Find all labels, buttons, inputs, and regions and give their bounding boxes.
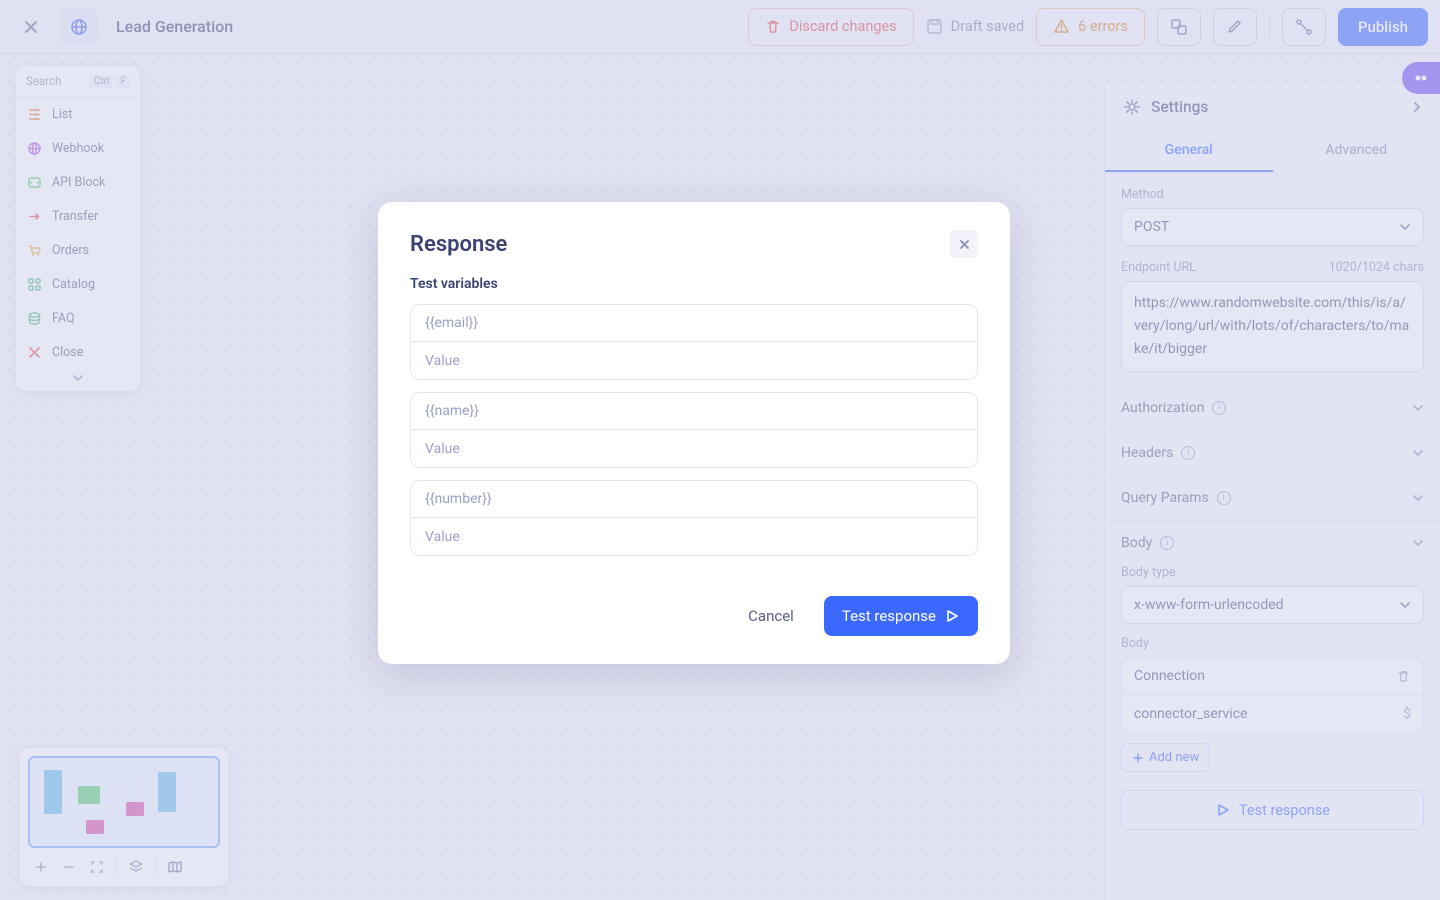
variable-group-email: {{email}} Value [410, 304, 978, 380]
modal-close-button[interactable] [950, 230, 978, 258]
test-response-submit-button[interactable]: Test response [824, 596, 978, 636]
variable-value-input[interactable]: Value [411, 518, 977, 555]
play-icon [944, 608, 960, 624]
response-modal: Response Test variables {{email}} Value … [378, 202, 1010, 664]
variable-group-number: {{number}} Value [410, 480, 978, 556]
variable-name: {{number}} [411, 481, 977, 518]
modal-subheading: Test variables [410, 276, 978, 292]
variable-group-name: {{name}} Value [410, 392, 978, 468]
variable-name: {{email}} [411, 305, 977, 342]
close-icon [958, 238, 971, 251]
cancel-button[interactable]: Cancel [736, 599, 806, 633]
variable-name: {{name}} [411, 393, 977, 430]
modal-title: Response [410, 232, 507, 257]
variable-value-input[interactable]: Value [411, 430, 977, 467]
variable-value-input[interactable]: Value [411, 342, 977, 379]
